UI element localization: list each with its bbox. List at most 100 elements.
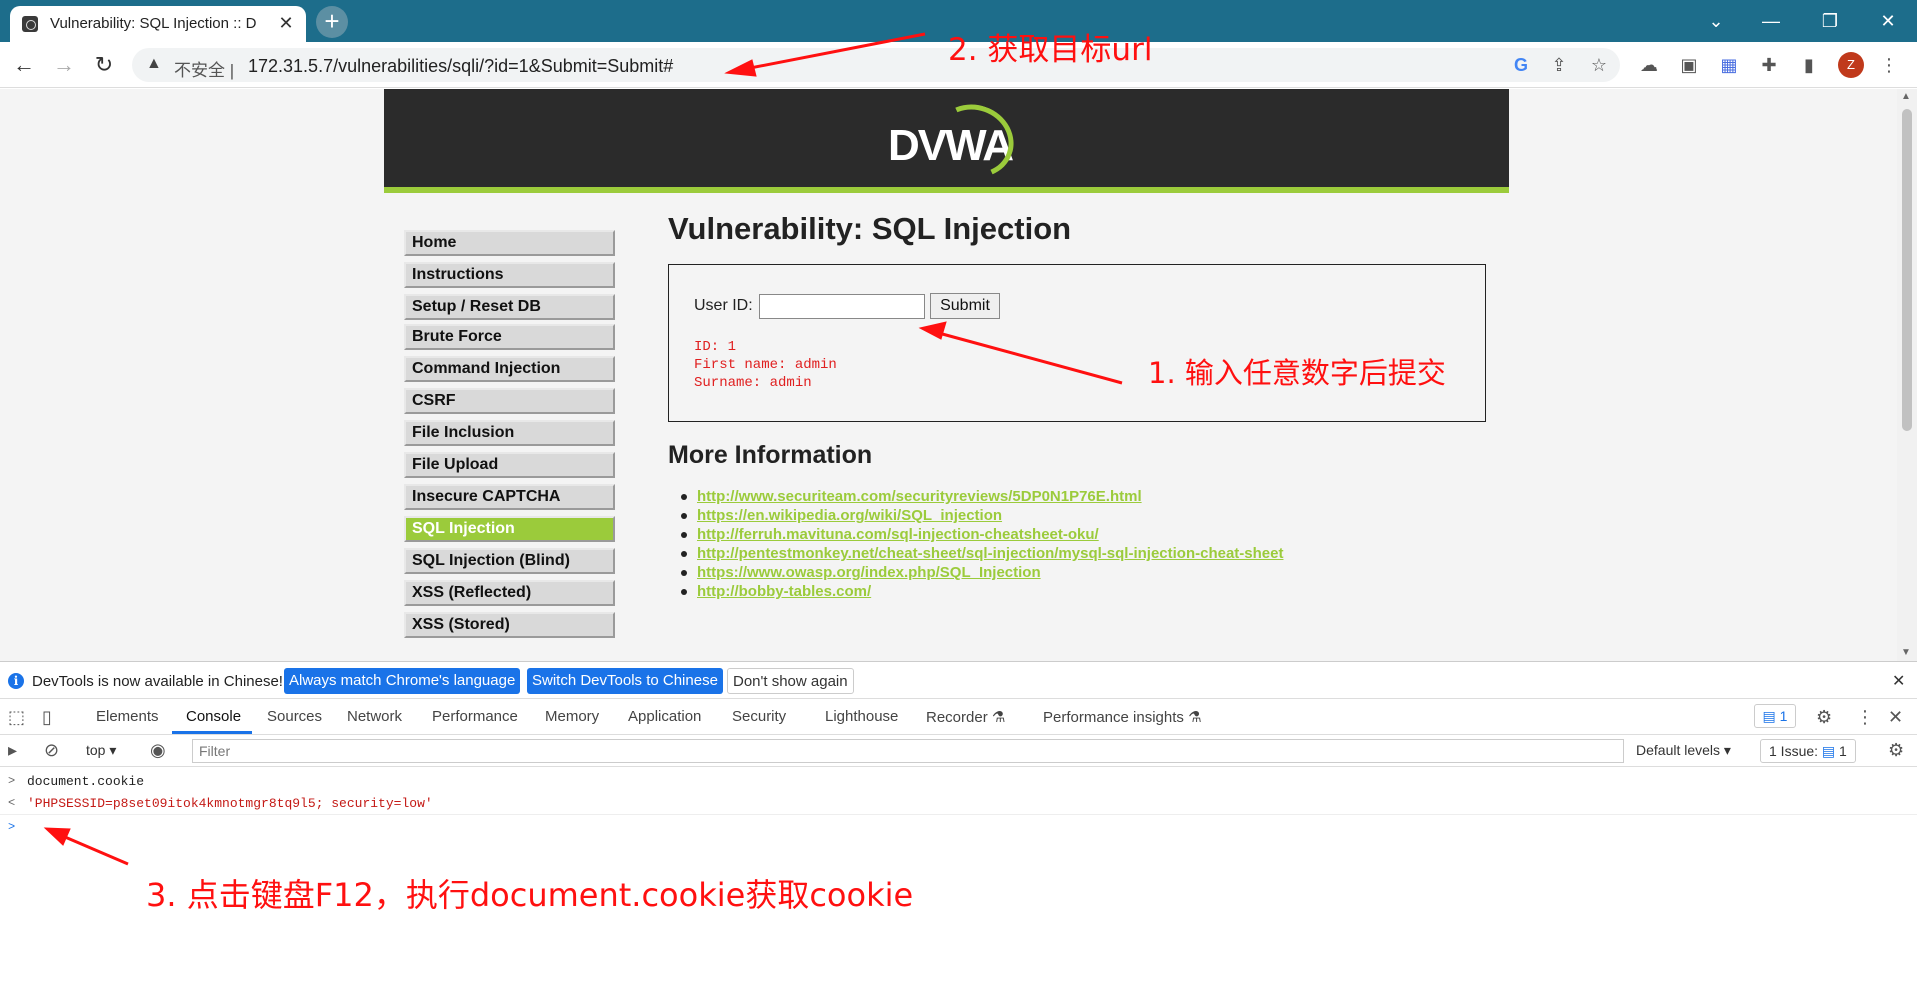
- user-id-input[interactable]: [759, 294, 925, 319]
- clear-console-icon[interactable]: ⊘: [44, 740, 59, 761]
- tab-sources[interactable]: Sources: [267, 708, 322, 725]
- logo-swoosh-icon: [924, 93, 1024, 189]
- menu-item-insecure-captcha[interactable]: Insecure CAPTCHA: [404, 484, 615, 510]
- sidebar-toggle-icon[interactable]: ▸: [8, 740, 17, 761]
- console-result: 'PHPSESSID=p8set09itok4kmnotmgr8tq9l5; s…: [27, 796, 433, 811]
- chrome-menu-icon[interactable]: ⋮: [1878, 54, 1900, 76]
- menu-item-brute-force[interactable]: Brute Force: [404, 324, 615, 350]
- close-devtools-icon[interactable]: ✕: [1888, 707, 1903, 728]
- flask-icon: ⚗: [1188, 709, 1202, 726]
- menu-item-command-injection[interactable]: Command Injection: [404, 356, 615, 382]
- dont-show-again-button[interactable]: Don't show again: [727, 668, 854, 694]
- list-item: https://www.owasp.org/index.php/SQL_Inje…: [680, 563, 1283, 582]
- translate-extension-icon[interactable]: ▦: [1718, 54, 1740, 76]
- menu-item-xss-stored[interactable]: XSS (Stored): [404, 612, 615, 638]
- warning-icon: ▲: [146, 55, 162, 72]
- menu-item-csrf[interactable]: CSRF: [404, 388, 615, 414]
- scroll-thumb[interactable]: [1902, 109, 1912, 431]
- side-panel-icon[interactable]: ▮: [1798, 54, 1820, 76]
- menu-item-sql-injection[interactable]: SQL Injection: [404, 516, 615, 542]
- issues-badge[interactable]: ▤ 1: [1754, 704, 1796, 728]
- console-input-line: > document.cookie: [0, 771, 1917, 793]
- default-levels-dropdown[interactable]: Default levels ▾: [1636, 742, 1731, 759]
- tab-memory[interactable]: Memory: [545, 708, 599, 725]
- menu-item-file-inclusion[interactable]: File Inclusion: [404, 420, 615, 446]
- extension-box-icon[interactable]: ▣: [1678, 54, 1700, 76]
- page-scrollbar[interactable]: ▲ ▼: [1897, 89, 1917, 661]
- info-link[interactable]: https://en.wikipedia.org/wiki/SQL_inject…: [697, 507, 1002, 524]
- switch-chinese-button[interactable]: Switch DevTools to Chinese: [527, 668, 723, 694]
- more-info-title: More Information: [668, 441, 873, 469]
- devtools-menu-icon[interactable]: ⋮: [1856, 707, 1874, 728]
- url-text[interactable]: 172.31.5.7/vulnerabilities/sqli/?id=1&Su…: [248, 56, 673, 77]
- output-line: ID: 1: [694, 339, 737, 355]
- info-icon: i: [8, 673, 24, 689]
- tab-application[interactable]: Application: [628, 708, 701, 725]
- menu-item-instructions[interactable]: Instructions: [404, 262, 615, 288]
- browser-tab[interactable]: Vulnerability: SQL Injection :: D ✕: [10, 6, 306, 42]
- profile-avatar[interactable]: Z: [1838, 52, 1864, 78]
- issues-counter[interactable]: 1 Issue: ▤ 1: [1760, 739, 1856, 763]
- message-icon: ▤: [1762, 708, 1776, 724]
- google-translate-g-icon[interactable]: G: [1510, 54, 1532, 76]
- sqli-form-box: User ID: Submit ID: 1 First name: admin …: [668, 264, 1486, 422]
- bookmark-star-icon[interactable]: ☆: [1588, 54, 1610, 76]
- tab-search-icon[interactable]: ⌄: [1696, 6, 1736, 36]
- output-line: First name: admin: [694, 357, 837, 373]
- list-item: http://ferruh.mavituna.com/sql-injection…: [680, 525, 1283, 544]
- back-arrow-icon[interactable]: ←: [8, 50, 40, 80]
- info-link[interactable]: http://pentestmonkey.net/cheat-sheet/sql…: [697, 545, 1283, 562]
- menu-item-setup-reset-db[interactable]: Setup / Reset DB: [404, 294, 615, 320]
- annotation-step-3: 3. 点击键盘F12，执行document.cookie获取cookie: [146, 876, 914, 914]
- forward-arrow-icon[interactable]: →: [48, 50, 80, 80]
- reload-icon[interactable]: ↻: [88, 50, 120, 80]
- tab-console[interactable]: Console: [186, 708, 241, 725]
- tab-network[interactable]: Network: [347, 708, 402, 725]
- tab-performance-insights[interactable]: Performance insights ⚗: [1043, 708, 1202, 726]
- info-link[interactable]: http://www.securiteam.com/securityreview…: [697, 488, 1142, 505]
- menu-item-xss-reflected[interactable]: XSS (Reflected): [404, 580, 615, 606]
- device-toolbar-icon[interactable]: ▯: [42, 707, 52, 728]
- restore-button[interactable]: ❐: [1810, 6, 1850, 36]
- scroll-down-icon[interactable]: ▼: [1901, 647, 1911, 658]
- scroll-up-icon[interactable]: ▲: [1901, 91, 1911, 102]
- page-title: Vulnerability: SQL Injection: [668, 211, 1072, 246]
- info-link[interactable]: https://www.owasp.org/index.php/SQL_Inje…: [697, 564, 1041, 581]
- list-item: http://www.securiteam.com/securityreview…: [680, 487, 1283, 506]
- settings-gear-icon[interactable]: ⚙: [1816, 707, 1832, 728]
- submit-button[interactable]: Submit: [930, 293, 1000, 319]
- close-tab-icon[interactable]: ✕: [274, 11, 298, 35]
- console-settings-icon[interactable]: ⚙: [1888, 740, 1904, 761]
- cloud-extension-icon[interactable]: ☁: [1638, 54, 1660, 76]
- close-infobar-icon[interactable]: ✕: [1892, 671, 1905, 691]
- devtools-language-infobar: i DevTools is now available in Chinese! …: [0, 661, 1917, 699]
- close-window-button[interactable]: ✕: [1868, 6, 1908, 36]
- dvwa-logo: DVWA: [880, 93, 1024, 189]
- console-filter-input[interactable]: Filter: [192, 739, 1624, 763]
- menu-item-file-upload[interactable]: File Upload: [404, 452, 615, 478]
- address-bar[interactable]: ▲ 不安全 | 172.31.5.7/vulnerabilities/sqli/…: [132, 48, 1620, 82]
- info-link[interactable]: http://ferruh.mavituna.com/sql-injection…: [697, 526, 1099, 543]
- tab-security[interactable]: Security: [732, 708, 786, 725]
- match-language-button[interactable]: Always match Chrome's language: [284, 668, 521, 694]
- devtools-tabstrip: ⬚ ▯ Elements Console Sources Network Per…: [0, 699, 1917, 735]
- tab-lighthouse[interactable]: Lighthouse: [825, 708, 898, 725]
- info-link[interactable]: http://bobby-tables.com/: [697, 583, 871, 600]
- console-prompt-line[interactable]: >: [0, 817, 1917, 839]
- more-info-links: http://www.securiteam.com/securityreview…: [680, 487, 1283, 601]
- tab-elements[interactable]: Elements: [96, 708, 159, 725]
- menu-item-sql-injection-blind[interactable]: SQL Injection (Blind): [404, 548, 615, 574]
- new-tab-button[interactable]: +: [316, 6, 348, 38]
- tab-recorder[interactable]: Recorder ⚗: [926, 708, 1005, 726]
- insecure-label[interactable]: 不安全 |: [174, 56, 234, 81]
- tab-performance[interactable]: Performance: [432, 708, 518, 725]
- inspect-element-icon[interactable]: ⬚: [8, 707, 25, 728]
- share-icon[interactable]: ⇪: [1548, 54, 1570, 76]
- tab-title: Vulnerability: SQL Injection :: D: [50, 15, 257, 32]
- context-selector[interactable]: top ▾: [86, 742, 116, 759]
- extensions-puzzle-icon[interactable]: ✚: [1758, 54, 1780, 76]
- live-expression-eye-icon[interactable]: ◉: [150, 740, 166, 761]
- minimize-button[interactable]: —: [1751, 6, 1791, 36]
- annotation-step-2: 2. 获取目标url: [948, 32, 1153, 68]
- menu-item-home[interactable]: Home: [404, 230, 615, 256]
